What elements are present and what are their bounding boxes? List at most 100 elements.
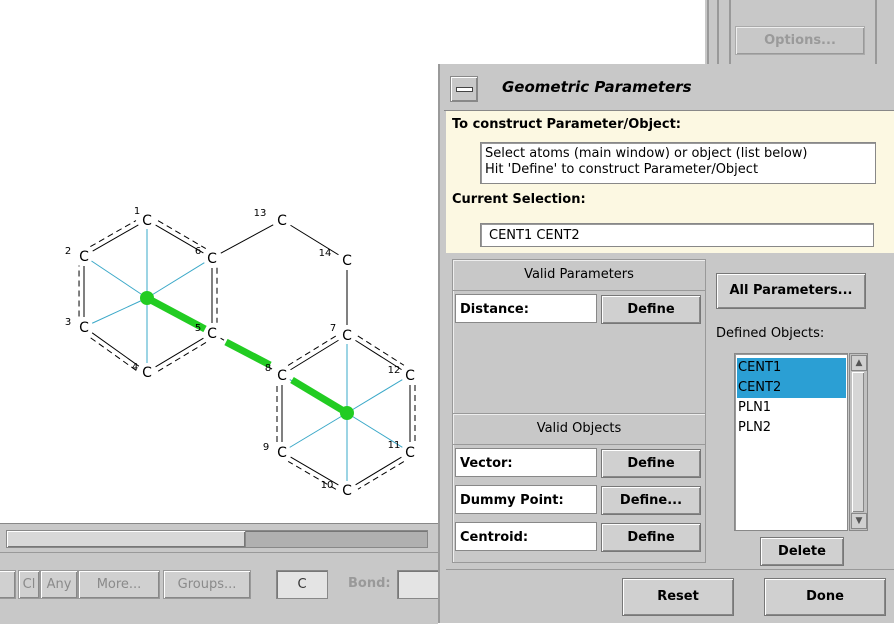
element-toolbar: Cl Any More... Groups... C Bond: [0, 552, 439, 624]
current-selection-field[interactable]: CENT1 CENT2 [480, 223, 874, 247]
list-scrollbar[interactable]: ▲ ▼ [849, 353, 868, 531]
aromatic-bond [157, 220, 207, 250]
atom-symbol[interactable]: C [142, 365, 152, 381]
more-elements-button[interactable]: More... [78, 570, 160, 599]
instructions-line: Select atoms (main window) or object (li… [485, 146, 808, 161]
atom-symbol[interactable]: C [142, 213, 152, 229]
bond [92, 224, 139, 252]
atom-symbol[interactable]: C [277, 368, 287, 384]
atom-number: 10 [321, 480, 334, 491]
defined-objects-list[interactable]: CENT1 CENT2 PLN1 PLN2 [734, 353, 848, 531]
element-field[interactable]: C [276, 570, 328, 599]
atom-number: 12 [388, 365, 401, 376]
centroid-spoke [346, 379, 403, 414]
define-dummy-point-button[interactable]: Define... [601, 486, 701, 515]
bond [220, 224, 274, 254]
valid-objects-heading: Valid Objects [453, 414, 705, 445]
vector-label: Vector: [455, 448, 597, 477]
list-item[interactable]: CENT2 [737, 378, 846, 398]
scroll-up-icon[interactable]: ▲ [851, 355, 867, 371]
aromatic-bond [157, 342, 207, 372]
molecule-canvas[interactable]: C 1 C 2 C 3 C 4 C 5 C 6 C 7 C 8 C 9 C 10 C 11 C 12 C 13 C 14 [0, 0, 438, 523]
atom-number: 5 [195, 323, 201, 334]
title-bar[interactable]: Geometric Parameters [444, 66, 894, 111]
bond [355, 456, 402, 486]
horizontal-scrollbar[interactable] [0, 523, 438, 552]
atom-number: 2 [65, 246, 71, 257]
atom-symbol[interactable]: C [405, 445, 415, 461]
atom-symbol[interactable]: C [79, 320, 89, 336]
centroid-spoke [146, 262, 205, 299]
scrollbar-thumb[interactable] [6, 530, 246, 548]
valid-parameters-panel: Valid Parameters Distance: Define [452, 259, 706, 415]
defined-objects-label: Defined Objects: [716, 326, 825, 341]
groups-button[interactable]: Groups... [163, 570, 251, 599]
window-divider [717, 0, 719, 70]
define-centroid-button[interactable]: Define [601, 523, 701, 552]
centroid-label: Centroid: [455, 522, 597, 551]
selection-layer [140, 291, 354, 420]
atom-symbol[interactable]: C [342, 483, 352, 499]
define-distance-button[interactable]: Define [601, 295, 701, 324]
window-menu-icon [456, 87, 473, 92]
centroid-spoke [91, 260, 148, 299]
molecule-drawing[interactable]: C1C2C3C4C5C6C7C8C9C10C11C12C13C14 [0, 0, 438, 523]
dialog-title: Geometric Parameters [502, 78, 692, 96]
atom-symbol[interactable]: C [207, 326, 217, 342]
define-vector-button[interactable]: Define [601, 449, 701, 478]
geometric-parameters-dialog: Geometric Parameters To construct Parame… [438, 64, 894, 623]
delete-button[interactable]: Delete [760, 537, 844, 566]
window-divider [729, 0, 731, 70]
centroid-marker[interactable] [340, 406, 354, 420]
valid-parameters-heading: Valid Parameters [453, 260, 705, 291]
list-item[interactable]: CENT1 [737, 358, 846, 378]
atom-number: 1 [134, 206, 140, 217]
reset-button[interactable]: Reset [622, 578, 734, 616]
bond-field[interactable] [397, 570, 439, 599]
element-button-partial[interactable] [0, 570, 16, 599]
centroid-spoke [91, 297, 148, 324]
window-divider [707, 0, 709, 70]
bond-label: Bond: [348, 576, 391, 591]
atom-number: 13 [254, 208, 267, 219]
window-menu-button[interactable] [450, 76, 478, 102]
atom-symbol[interactable]: C [207, 251, 217, 267]
atom-symbol[interactable]: C [277, 445, 287, 461]
atom-number: 4 [132, 362, 138, 373]
atom-number: 8 [265, 363, 271, 374]
instructions-area: To construct Parameter/Object: Select at… [446, 111, 894, 253]
all-parameters-button[interactable]: All Parameters... [716, 273, 866, 309]
done-button[interactable]: Done [764, 578, 886, 616]
atom-number: 9 [263, 442, 269, 453]
atom-symbol[interactable]: C [342, 253, 352, 269]
aromatic-bond [90, 220, 137, 248]
atom-number: 11 [388, 440, 401, 451]
element-any-button[interactable]: Any [40, 570, 78, 599]
bond [155, 337, 204, 368]
list-item[interactable]: PLN2 [737, 418, 846, 438]
current-selection-label: Current Selection: [452, 192, 586, 207]
list-item[interactable]: PLN1 [737, 398, 846, 418]
aromatic-bond [287, 335, 337, 366]
centroid-distance-line [224, 338, 272, 369]
options-button[interactable]: Options... [735, 26, 865, 55]
valid-objects-panel: Valid Objects Vector: Define Dummy Point… [452, 413, 706, 563]
window-divider [875, 0, 877, 70]
centroid-spoke [289, 412, 348, 448]
instructions-box: Select atoms (main window) or object (li… [480, 142, 876, 184]
atom-symbol[interactable]: C [405, 368, 415, 384]
atom-symbol[interactable]: C [79, 249, 89, 265]
centroid-marker[interactable] [140, 291, 154, 305]
atom-symbol[interactable]: C [342, 328, 352, 344]
element-cl-button[interactable]: Cl [18, 570, 40, 599]
instructions-line: Hit 'Define' to construct Parameter/Obje… [485, 162, 759, 177]
atom-number: 7 [330, 323, 336, 334]
scrollbar-thumb[interactable] [852, 372, 864, 512]
atom-symbol[interactable]: C [277, 213, 287, 229]
distance-label: Distance: [455, 294, 597, 323]
scroll-down-icon[interactable]: ▼ [851, 513, 867, 529]
atom-number: 3 [65, 317, 71, 328]
aromatic-bond [357, 461, 405, 490]
dialog-button-bar: Reset Done [446, 569, 894, 624]
centroid-distance-line [290, 376, 349, 417]
